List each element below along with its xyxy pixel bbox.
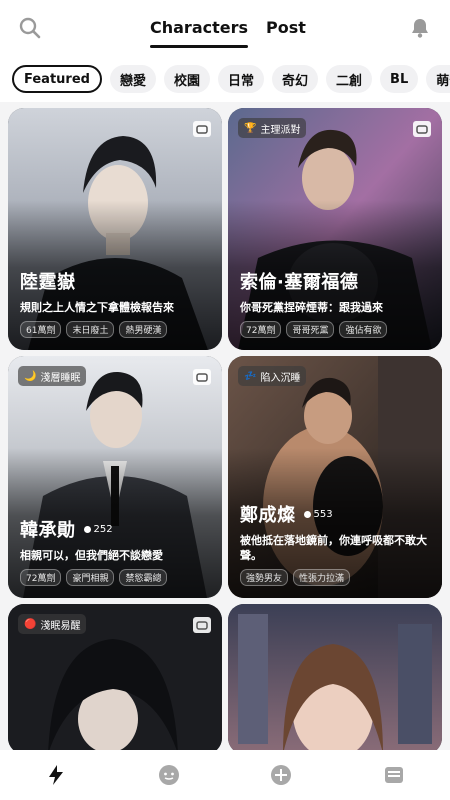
chat-icon: [192, 616, 212, 634]
tag: 末日廢土: [66, 321, 115, 338]
flag-icon: 🔴: [24, 618, 37, 630]
chip-fantasy[interactable]: 奇幻: [272, 65, 319, 93]
status-badge: 🌙 淺層睡眠: [18, 366, 87, 386]
chip-bl[interactable]: BL: [380, 65, 419, 93]
chat-icon: [192, 120, 212, 138]
chip-daily[interactable]: 日常: [217, 65, 264, 93]
character-card[interactable]: 💤 陷入沉睡 鄭成燦 553 被他抵在落地鏡前，你連呼吸都不敢大聲。 強勢男友 …: [228, 356, 442, 598]
tag-list: 61萬劑 末日廢土 熱男硬漢: [20, 321, 212, 338]
tag: 強勢男友: [240, 569, 289, 586]
card-info: 陸霆嶽 規則之上人情之下拿體檢報告來 61萬劑 末日廢土 熱男硬漢: [20, 268, 212, 338]
character-desc: 被他抵在落地鏡前，你連呼吸都不敢大聲。: [240, 534, 427, 562]
chip-pets[interactable]: 萌寵: [426, 65, 450, 93]
lightning-icon[interactable]: [42, 761, 70, 789]
badge-label: 淺眠易醒: [40, 620, 81, 632]
card-info: 韓承勛 252 相親可以，但我們絕不談戀愛 72萬劑 豪門相親 禁慾霸總: [20, 516, 212, 586]
character-card[interactable]: 陸霆嶽 規則之上人情之下拿體檢報告來 61萬劑 末日廢土 熱男硬漢: [8, 108, 222, 350]
tag: 豪門相親: [66, 569, 115, 586]
chip-campus[interactable]: 校園: [163, 65, 210, 93]
tag-list: 72萬劑 豪門相親 禁慾霸總: [20, 569, 212, 586]
character-desc: 你哥死黨捏碎煙蒂：跟我過來: [240, 301, 383, 314]
chip-romance[interactable]: 戀愛: [109, 65, 156, 93]
character-name: 陸霆嶽: [20, 272, 76, 293]
character-card[interactable]: 🏆 主理派對 索倫·塞爾福德 你哥死黨捏碎煙蒂：跟我過來 72萬劑 哥哥死黨 強…: [228, 108, 442, 350]
status-badge: 🔴 淺眠易醒: [18, 614, 87, 634]
tag: 熱男硬漢: [119, 321, 168, 338]
card-info: 索倫·塞爾福德 你哥死黨捏碎煙蒂：跟我過來 72萬劑 哥哥死黨 強佔有欲: [240, 268, 432, 338]
badge-label: 陷入沉睡: [260, 372, 301, 384]
tag-list: 強勢男友 性張力拉滿: [240, 569, 432, 586]
status-badge: 💤 陷入沉睡: [238, 366, 307, 386]
status-badge: 🏆 主理派對: [238, 118, 307, 138]
chip-fanwork[interactable]: 二創: [326, 65, 373, 93]
tab-characters[interactable]: Characters: [150, 14, 249, 48]
chat-bubble-icon: [303, 510, 311, 518]
tag: 哥哥死黨: [286, 321, 335, 338]
chat-count: 553: [303, 508, 333, 520]
character-name: 韓承勛: [20, 520, 76, 541]
inbox-icon[interactable]: [380, 761, 408, 789]
character-card[interactable]: 🌙 淺層睡眠 韓承勛 252 相親可以，但我們絕不談戀愛 72萬劑 豪門相親 禁…: [8, 356, 222, 598]
tag-list: 72萬劑 哥哥死黨 強佔有欲: [240, 321, 432, 338]
tab-post[interactable]: Post: [266, 14, 306, 48]
character-name: 索倫·塞爾福德: [240, 272, 359, 293]
chat-count-value: 553: [313, 508, 333, 520]
card-info: 鄭成燦 553 被他抵在落地鏡前，你連呼吸都不敢大聲。 強勢男友 性張力拉滿: [240, 501, 432, 586]
bell-icon[interactable]: [408, 16, 432, 40]
tag: 性張力拉滿: [293, 569, 351, 586]
badge-label: 淺層睡眠: [40, 372, 81, 384]
character-portrait: [228, 604, 442, 754]
tag: 72萬劑: [240, 321, 282, 338]
plus-circle-icon[interactable]: [267, 761, 295, 789]
character-desc: 相親可以，但我們絕不談戀愛: [20, 549, 163, 562]
trophy-icon: 🏆: [244, 122, 257, 134]
chat-icon: [412, 120, 432, 138]
chat-count-value: 252: [93, 523, 113, 535]
character-desc: 規則之上人情之下拿體檢報告來: [20, 301, 174, 314]
chat-bubble-icon: [83, 525, 91, 533]
badge-label: 主理派對: [260, 124, 301, 136]
bottom-nav: [0, 750, 450, 800]
search-icon[interactable]: [18, 16, 42, 40]
moon-icon: 🌙: [24, 370, 37, 382]
tag: 72萬劑: [20, 569, 62, 586]
chat-bubble-icon[interactable]: [155, 761, 183, 789]
tag: 強佔有欲: [339, 321, 388, 338]
sleep-icon: 💤: [244, 370, 257, 382]
character-grid: 陸霆嶽 規則之上人情之下拿體檢報告來 61萬劑 末日廢土 熱男硬漢 🏆 主理派對…: [8, 108, 442, 754]
tag: 61萬劑: [20, 321, 62, 338]
chat-icon: [192, 368, 212, 386]
tag: 禁慾霸總: [119, 569, 168, 586]
main-tabs: Characters Post: [150, 14, 306, 48]
top-bar: Characters Post: [0, 0, 450, 56]
app-root: Characters Post Featured 戀愛 校園 日常 奇幻 二創 …: [0, 0, 450, 800]
chip-featured[interactable]: Featured: [12, 65, 102, 93]
character-card[interactable]: [228, 604, 442, 754]
character-card[interactable]: 🔴 淺眠易醒: [8, 604, 222, 754]
character-name: 鄭成燦: [240, 505, 296, 526]
category-chips: Featured 戀愛 校園 日常 奇幻 二創 BL 萌寵: [0, 56, 450, 102]
chat-count: 252: [83, 523, 113, 535]
